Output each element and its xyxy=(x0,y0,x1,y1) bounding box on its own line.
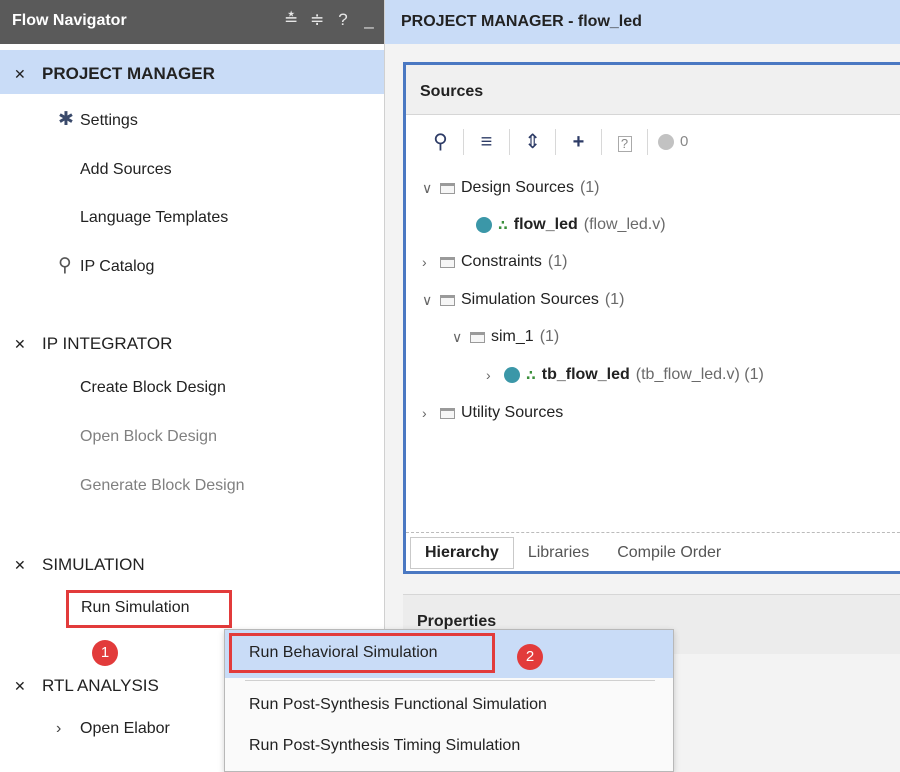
main-header: PROJECT MANAGER - flow_led xyxy=(385,0,900,44)
verilog-module-icon xyxy=(504,367,520,383)
chevron-right-icon: › xyxy=(422,254,427,270)
status-dot-icon xyxy=(658,134,674,150)
tree-item-label: sim_1 xyxy=(491,328,534,345)
nav-item-generate-block-design[interactable]: Generate Block Design xyxy=(80,477,245,495)
sources-header: Sources xyxy=(406,65,900,115)
tree-item-suffix: (1) xyxy=(547,253,568,270)
folder-icon xyxy=(440,256,455,268)
collapse-all-icon[interactable]: ≡ xyxy=(464,129,510,155)
nav-item-open-block-design[interactable]: Open Block Design xyxy=(80,428,217,446)
minimize-icon[interactable]: _ xyxy=(362,10,376,30)
tree-item-simulation-sources[interactable]: ∨ Simulation Sources (1) xyxy=(422,291,624,309)
chevron-right-icon: › xyxy=(56,720,62,737)
chevron-down-icon: ✕ xyxy=(14,556,26,573)
chevron-down-icon: ✕ xyxy=(14,65,26,82)
gear-icon: ✱ xyxy=(58,109,74,130)
menu-item-post-synthesis-functional[interactable]: Run Post-Synthesis Functional Simulation xyxy=(249,696,547,714)
tree-item-flow-led[interactable]: ∴ flow_led (flow_led.v) xyxy=(476,216,666,234)
chevron-down-icon: ∨ xyxy=(452,328,463,345)
tree-item-label: tb_flow_led xyxy=(541,366,630,383)
nav-item-settings[interactable]: Settings xyxy=(80,112,138,130)
folder-icon xyxy=(440,294,455,306)
nav-item-add-sources[interactable]: Add Sources xyxy=(80,161,172,179)
help-icon[interactable]: ? xyxy=(336,10,350,30)
flow-navigator-header: Flow Navigator ≛ ≑ ? _ xyxy=(0,0,384,44)
tree-item-tb-flow-led[interactable]: › ∴ tb_flow_led (tb_flow_led.v) (1) xyxy=(486,366,764,384)
tree-item-label: flow_led xyxy=(513,216,578,233)
run-simulation-label: Run Simulation xyxy=(81,599,190,616)
section-rtl-analysis[interactable]: ✕ RTL ANALYSIS xyxy=(14,676,159,696)
tree-item-suffix: (tb_flow_led.v) (1) xyxy=(635,366,764,383)
chevron-down-icon: ∨ xyxy=(422,291,433,308)
sources-title: Sources xyxy=(420,83,484,100)
expand-all-icon[interactable]: ⇕ xyxy=(510,129,556,155)
tab-hierarchy[interactable]: Hierarchy xyxy=(410,536,514,569)
page-title: PROJECT MANAGER - flow_led xyxy=(401,13,642,30)
expand-all-icon[interactable]: ≑ xyxy=(310,10,324,30)
run-simulation-menu: Run Behavioral Simulation 2 Run Post-Syn… xyxy=(224,629,674,772)
tree-item-sim-1[interactable]: ∨ sim_1 (1) xyxy=(452,328,559,346)
step-badge-1: 1 xyxy=(92,640,118,666)
chevron-right-icon: › xyxy=(486,367,491,383)
run-simulation-button[interactable]: Run Simulation xyxy=(66,590,232,628)
status-count: 0 xyxy=(648,129,688,155)
sources-panel: Sources ⚲ ≡ ⇕ + ? 0 ∨ Design Sources (1)… xyxy=(403,62,900,574)
hierarchy-icon: ∴ xyxy=(498,216,508,233)
tree-item-label: Design Sources xyxy=(461,179,574,196)
verilog-module-icon xyxy=(476,217,492,233)
tree-item-design-sources[interactable]: ∨ Design Sources (1) xyxy=(422,179,600,197)
tree-item-suffix: (1) xyxy=(539,328,560,345)
section-label: PROJECT MANAGER xyxy=(42,64,215,83)
hierarchy-icon: ∴ xyxy=(526,366,536,383)
tree-item-utility-sources[interactable]: › Utility Sources xyxy=(422,404,563,422)
chevron-right-icon: › xyxy=(422,405,427,421)
tree-item-suffix: (1) xyxy=(579,179,600,196)
section-label: SIMULATION xyxy=(42,555,145,574)
collapse-all-icon[interactable]: ≛ xyxy=(284,10,298,30)
section-simulation[interactable]: ✕ SIMULATION xyxy=(14,555,145,575)
nav-item-open-elaborated-design[interactable]: Open Elabor xyxy=(80,720,170,738)
folder-icon xyxy=(440,182,455,194)
tab-libraries[interactable]: Libraries xyxy=(514,538,603,568)
step-badge-2: 2 xyxy=(517,644,543,670)
tree-item-label: Utility Sources xyxy=(461,404,564,421)
plug-icon: ⚲ xyxy=(58,255,72,276)
tree-item-suffix: (1) xyxy=(604,291,625,308)
section-label: IP INTEGRATOR xyxy=(42,334,173,353)
chevron-down-icon: ∨ xyxy=(422,179,433,196)
tree-item-label: Constraints xyxy=(461,253,542,270)
help-icon[interactable]: ? xyxy=(602,129,648,155)
section-ip-integrator[interactable]: ✕ IP INTEGRATOR xyxy=(14,334,172,354)
chevron-down-icon: ✕ xyxy=(14,335,26,352)
tree-item-label: Simulation Sources xyxy=(461,291,599,308)
search-icon[interactable]: ⚲ xyxy=(418,129,464,155)
menu-item-label: Run Behavioral Simulation xyxy=(249,644,438,661)
tree-item-suffix: (flow_led.v) xyxy=(583,216,666,233)
add-source-button[interactable]: + xyxy=(556,129,602,155)
menu-item-post-synthesis-timing[interactable]: Run Post-Synthesis Timing Simulation xyxy=(249,737,520,755)
tab-compile-order[interactable]: Compile Order xyxy=(603,538,735,568)
sources-toolbar: ⚲ ≡ ⇕ + ? 0 xyxy=(406,117,900,167)
tree-item-constraints[interactable]: › Constraints (1) xyxy=(422,253,567,271)
sources-tabs: Hierarchy Libraries Compile Order xyxy=(406,532,900,572)
nav-item-create-block-design[interactable]: Create Block Design xyxy=(80,379,226,397)
menu-separator xyxy=(245,680,655,681)
folder-icon xyxy=(440,407,455,419)
nav-item-ip-catalog[interactable]: IP Catalog xyxy=(80,258,154,276)
chevron-down-icon: ✕ xyxy=(14,677,26,694)
flow-navigator-title: Flow Navigator xyxy=(12,12,127,29)
section-project-manager[interactable]: ✕ PROJECT MANAGER xyxy=(14,64,215,84)
folder-icon xyxy=(470,331,485,343)
status-count-value: 0 xyxy=(680,133,689,150)
nav-item-language-templates[interactable]: Language Templates xyxy=(80,209,228,227)
flow-navigator-tools: ≛ ≑ ? _ xyxy=(284,10,376,30)
section-label: RTL ANALYSIS xyxy=(42,676,159,695)
